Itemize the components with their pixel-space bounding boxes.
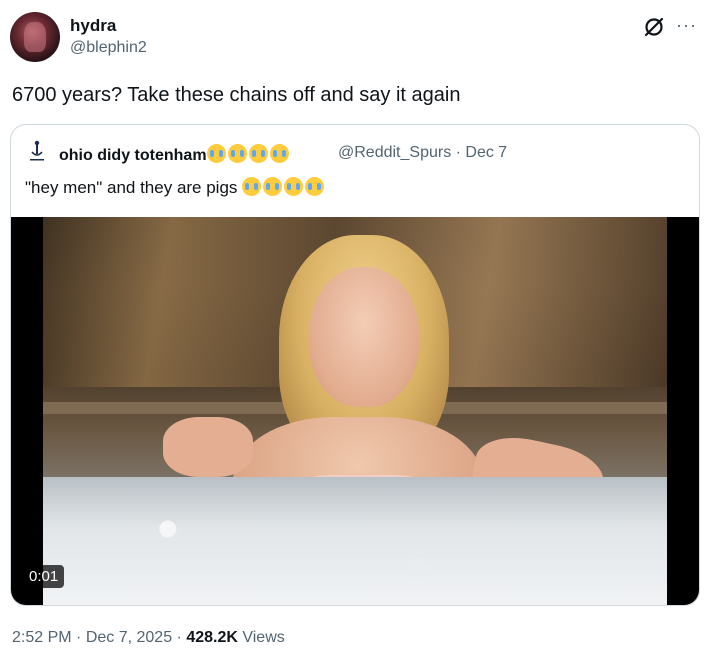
author-display-name[interactable]: hydra	[70, 16, 116, 36]
loudly-crying-face-icon	[227, 144, 247, 163]
views-count[interactable]: 428.2K	[186, 629, 238, 646]
video-player[interactable]: 0:01	[11, 217, 699, 605]
grok-icon[interactable]	[642, 15, 666, 39]
video-duration-badge: 0:01	[23, 565, 65, 588]
foam-bubbles	[43, 477, 667, 605]
quote-display-name-text: ohio didy totenham	[59, 147, 207, 164]
video-frame	[43, 217, 667, 605]
author-handle[interactable]: @blephin2	[70, 39, 147, 57]
tweet-meta: 2:52 PM · Dec 7, 2025 · 428.2K Views	[12, 629, 285, 647]
loudly-crying-face-icon	[263, 177, 283, 196]
tweet-text: 6700 years? Take these chains off and sa…	[12, 84, 461, 106]
loudly-crying-face-icon	[206, 144, 226, 163]
more-icon[interactable]: ···	[676, 16, 697, 34]
quote-handle-date[interactable]: @Reddit_Spurs · Dec 7	[338, 144, 507, 162]
arm-left-shape	[163, 417, 253, 477]
quote-text: "hey men" and they are pigs	[25, 177, 326, 198]
loudly-crying-face-icon	[242, 177, 262, 196]
meta-separator: ·	[71, 629, 86, 646]
author-avatar[interactable]	[10, 12, 60, 62]
quote-display-name[interactable]: ohio didy totenham	[59, 144, 291, 165]
crying-face-icon	[269, 144, 289, 163]
views-label: Views	[237, 629, 285, 646]
meta-separator: ·	[172, 629, 187, 646]
tweet-time[interactable]: 2:52 PM	[12, 629, 72, 646]
tweet-date[interactable]: Dec 7, 2025	[86, 629, 172, 646]
face-shape	[309, 267, 419, 407]
quote-text-content: "hey men" and they are pigs	[25, 178, 238, 197]
loudly-crying-face-icon	[305, 177, 325, 196]
quote-avatar[interactable]	[27, 140, 47, 164]
quoted-tweet[interactable]: ohio didy totenham @Reddit_Spurs · Dec 7…	[10, 124, 700, 606]
loudly-crying-face-icon	[284, 177, 304, 196]
loudly-crying-face-icon	[248, 144, 268, 163]
